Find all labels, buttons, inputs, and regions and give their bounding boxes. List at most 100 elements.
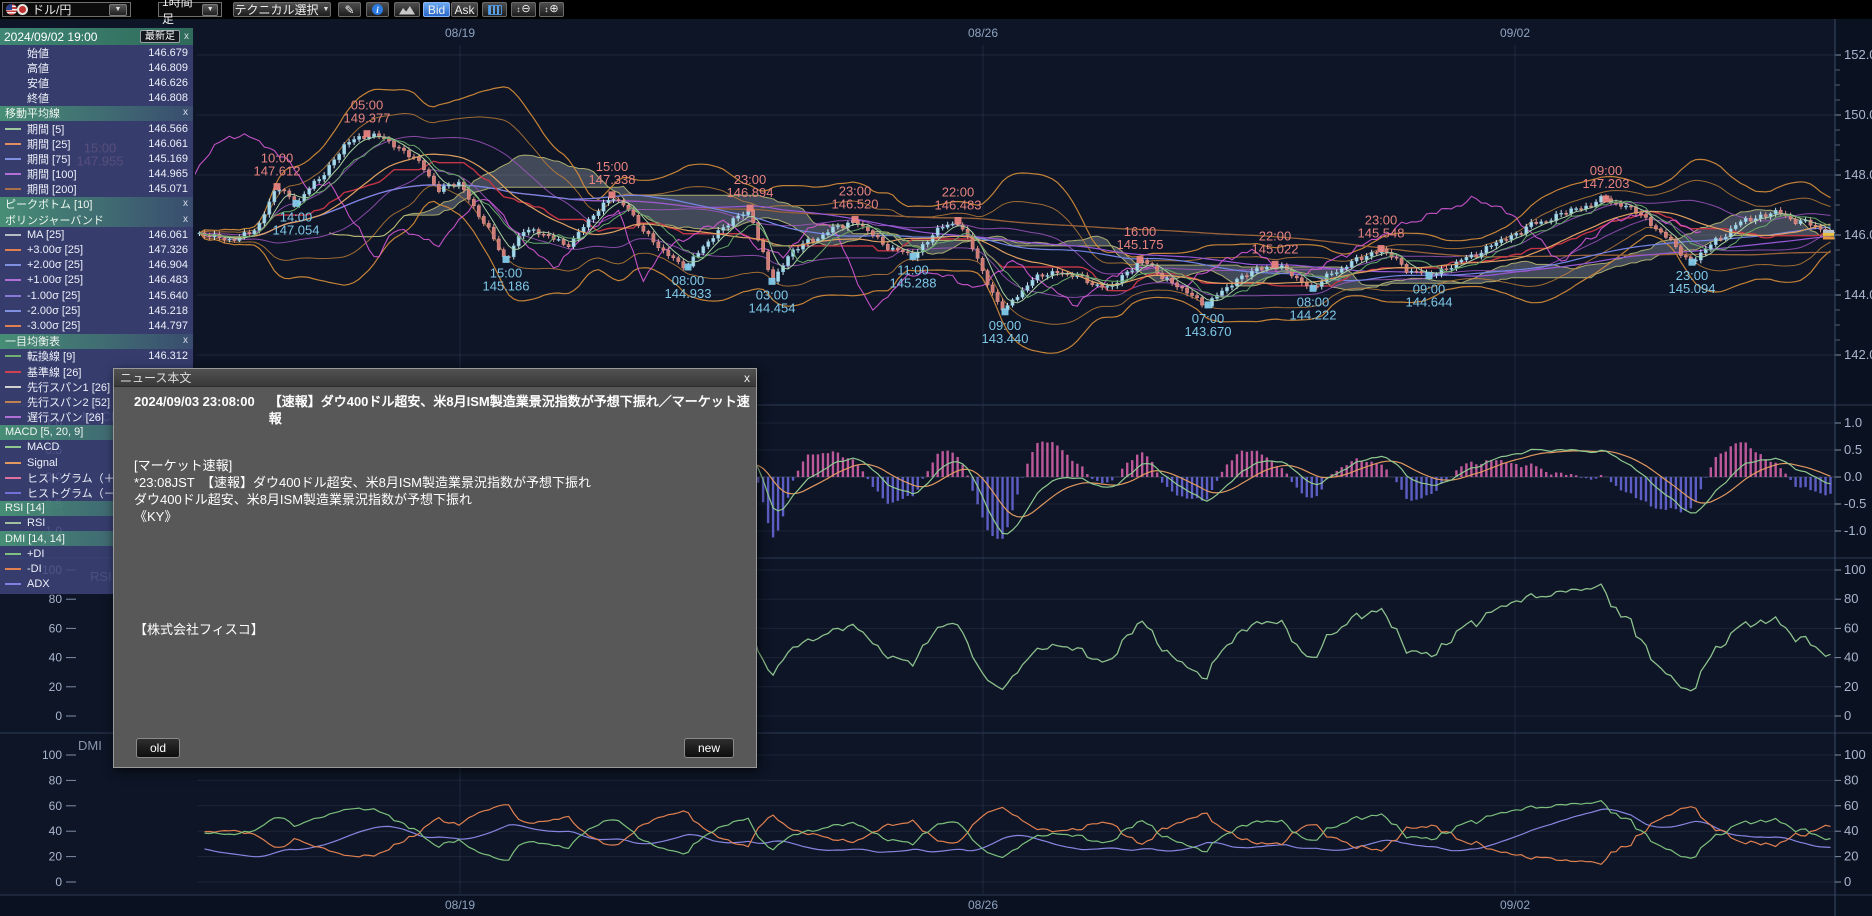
price-axis-label: 148.00: [1844, 167, 1872, 182]
candle: [976, 249, 979, 259]
macd-histogram-bar: [1610, 477, 1612, 482]
candle: [233, 239, 236, 240]
technical-select-button[interactable]: テクニカル選択 ▼: [233, 2, 331, 17]
candle: [946, 225, 949, 227]
peak-marker: [1378, 245, 1385, 252]
macd-histogram-bar: [1066, 455, 1068, 477]
candle: [208, 236, 211, 237]
candle: [926, 242, 929, 244]
rsi-axis-label: 0: [55, 709, 62, 723]
close-icon[interactable]: x: [183, 336, 188, 346]
news-dialog-titlebar[interactable]: ニュース本文 x: [114, 369, 756, 387]
bottom-marker: [1205, 301, 1212, 308]
zoom-in-button[interactable]: ↕ ⊕: [539, 2, 564, 17]
close-icon[interactable]: x: [183, 199, 188, 209]
dmi-axis-label: 80: [1844, 772, 1858, 787]
macd-histogram-bar: [1046, 442, 1048, 477]
candlestick-chart-icon: [488, 5, 502, 15]
line-color-swatch: [5, 264, 21, 266]
candle: [1041, 275, 1044, 277]
close-icon[interactable]: x: [183, 108, 188, 118]
candle: [906, 252, 909, 253]
dmi-axis-label: 80: [49, 773, 63, 787]
candle: [597, 211, 600, 215]
draw-tool-button[interactable]: ✎: [338, 2, 361, 17]
candle: [712, 238, 715, 241]
candle: [1305, 283, 1308, 286]
macd-histogram-bar: [877, 477, 879, 492]
candle: [1335, 273, 1338, 274]
annotation-price: 147.612: [254, 164, 301, 179]
indicator-label: 安値: [27, 75, 49, 91]
candle: [896, 248, 899, 250]
chevron-down-icon[interactable]: ▼: [202, 4, 218, 16]
candle: [727, 226, 730, 228]
annotation-price: 144.222: [1290, 307, 1337, 322]
candle: [1764, 215, 1767, 217]
macd-histogram-bar: [1206, 477, 1208, 500]
older-news-button[interactable]: old: [136, 738, 180, 758]
macd-histogram-bar: [1794, 477, 1796, 487]
macd-histogram-bar: [1510, 463, 1512, 477]
candle: [1265, 267, 1268, 269]
candlestick-mode-button[interactable]: [482, 2, 507, 17]
macd-histogram-bar: [1076, 464, 1078, 477]
candle: [1016, 297, 1019, 300]
candle: [1146, 260, 1149, 263]
candle: [577, 232, 580, 239]
currency-pair-select[interactable]: ドル/円 ▼: [2, 2, 131, 17]
indicator-value: 144.965: [148, 168, 188, 180]
ask-button[interactable]: Ask: [451, 2, 478, 17]
macd-histogram-bar: [1191, 477, 1193, 499]
candle: [1759, 215, 1762, 219]
candle: [677, 258, 680, 262]
candle: [1515, 233, 1518, 235]
candle: [602, 203, 605, 212]
close-icon[interactable]: x: [744, 372, 750, 384]
macd-histogram-bar: [966, 476, 968, 477]
macd-histogram-bar: [822, 453, 824, 477]
bid-button[interactable]: Bid: [423, 2, 450, 17]
panel-section-label: ピークボトム [10]: [5, 196, 92, 212]
indicator-row: -2.00σ [25]145.218: [0, 303, 193, 318]
zoom-out-button[interactable]: ↕ ⊖: [511, 2, 536, 17]
line-color-swatch: [5, 568, 21, 570]
candle: [397, 147, 400, 148]
close-icon[interactable]: x: [184, 32, 189, 42]
candle: [886, 244, 889, 249]
line-color-swatch: [5, 446, 21, 448]
newer-news-button[interactable]: new: [684, 738, 734, 758]
candle: [702, 247, 705, 254]
candle: [1260, 268, 1263, 269]
chart-style-button[interactable]: [394, 2, 420, 17]
timeframe-select[interactable]: 1時間足 ▼: [158, 2, 222, 17]
section-label: DMI: [78, 738, 102, 753]
candle: [986, 271, 989, 285]
panel-section-label: 一目均衡表: [5, 333, 60, 349]
indicator-value: 146.809: [148, 62, 188, 74]
latest-candle-button[interactable]: 最新足: [140, 30, 180, 43]
rsi-axis-label: 100: [1844, 562, 1866, 577]
peak-marker: [274, 183, 281, 190]
line-color-swatch: [5, 188, 21, 190]
macd-histogram-bar: [936, 454, 938, 477]
bottom-marker: [1310, 285, 1317, 292]
peak-marker: [609, 191, 616, 198]
info-button[interactable]: i: [366, 2, 389, 17]
close-icon[interactable]: x: [183, 215, 188, 225]
macd-histogram-bar: [1740, 442, 1742, 477]
line-color-swatch: [5, 128, 21, 130]
candle: [642, 226, 645, 231]
indicator-row: -1.00σ [25]145.640: [0, 288, 193, 303]
dmi-axis-label: 40: [49, 824, 63, 838]
macd-histogram-bar: [1271, 462, 1273, 477]
macd-histogram-bar: [922, 477, 924, 479]
macd-histogram-bar: [907, 477, 909, 496]
macd-histogram-bar: [1520, 467, 1522, 477]
chevron-down-icon[interactable]: ▼: [109, 4, 127, 16]
macd-histogram-bar: [1385, 469, 1387, 477]
candle: [318, 179, 321, 181]
macd-histogram-bar: [1161, 477, 1163, 483]
candle: [1505, 239, 1508, 240]
macd-histogram-bar: [1570, 474, 1572, 477]
